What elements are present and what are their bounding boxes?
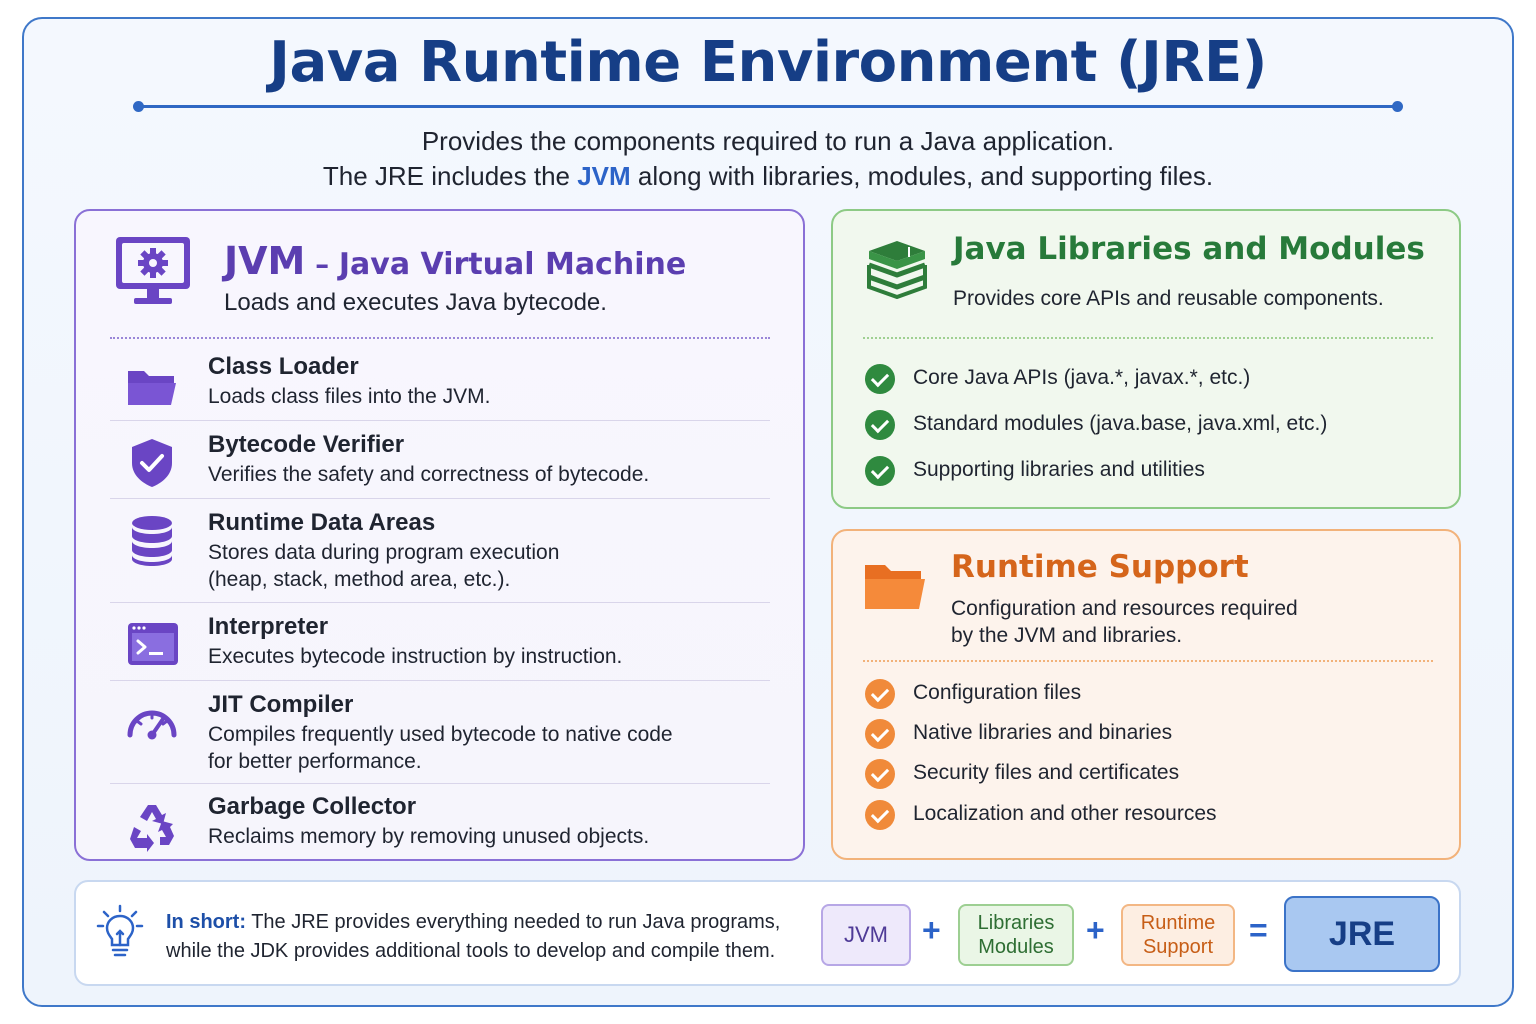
database-icon: [132, 516, 172, 566]
jvm-divider: [110, 337, 770, 339]
component-description: Reclaims memory by removing unused objec…: [208, 825, 650, 848]
recycle-icon: [130, 805, 174, 852]
libraries-card: Java Libraries and Modules Provides core…: [831, 209, 1461, 509]
plus-sign: +: [922, 912, 941, 948]
jvm-title: JVM – Java Virtual Machine: [224, 239, 686, 283]
shield-check-icon: [132, 439, 172, 487]
runtime-description-line-2: by the JVM and libraries.: [951, 624, 1183, 647]
equals-sign: =: [1249, 912, 1268, 948]
component-name: Garbage Collector: [208, 793, 417, 820]
component-description: Loads class files into the JVM.: [208, 385, 491, 408]
formula-lib-line-2: Modules: [978, 936, 1054, 958]
terminal-icon: [128, 623, 178, 665]
formula-libraries-modules: Libraries Modules: [958, 904, 1074, 966]
component-name: Class Loader: [208, 353, 359, 380]
subtitle-line-1: Provides the components required to run …: [421, 126, 1115, 156]
jvm-card: JVM – Java Virtual Machine Loads and exe…: [74, 209, 805, 861]
libraries-item-text: Supporting libraries and utilities: [913, 458, 1205, 481]
component-name: Bytecode Verifier: [208, 431, 405, 458]
row-separator: [110, 498, 770, 499]
check-icon: [865, 410, 895, 440]
summary-text: In short: The JRE provides everything ne…: [166, 908, 780, 966]
component-description: Compiles frequently used bytecode to nat…: [208, 721, 768, 775]
check-icon: [865, 364, 895, 394]
row-separator: [110, 420, 770, 421]
component-name: Interpreter: [208, 613, 329, 640]
subtitle-line-2: The JRE includes the JVM along with libr…: [0, 161, 1536, 192]
monitor-gear-icon: [116, 237, 190, 304]
runtime-divider: [863, 660, 1433, 662]
component-description-line-1: Compiles frequently used bytecode to nat…: [208, 723, 673, 746]
formula-jre: JRE: [1284, 896, 1440, 972]
folder-icon: [128, 371, 176, 405]
component-name: JIT Compiler: [208, 691, 354, 718]
component-description: Executes bytecode instruction by instruc…: [208, 645, 623, 668]
subtitle-text-after: along with libraries, modules, and suppo…: [630, 161, 1214, 191]
component-description-line-2: (heap, stack, method area, etc.).: [208, 568, 511, 591]
check-icon: [865, 679, 895, 709]
check-icon: [865, 456, 895, 486]
formula-jvm: JVM: [821, 904, 911, 966]
runtime-support-card: Runtime Support Configuration and resour…: [831, 529, 1461, 860]
row-separator: [110, 602, 770, 603]
runtime-item-text: Security files and certificates: [913, 761, 1180, 784]
libraries-item-text: Standard modules (java.base, java.xml, e…: [913, 412, 1328, 435]
books-icon: [867, 241, 927, 299]
check-icon: [865, 759, 895, 789]
jvm-title-dash: –: [305, 248, 339, 281]
runtime-item-text: Configuration files: [913, 681, 1082, 704]
check-icon: [865, 800, 895, 830]
speedometer-icon: [127, 710, 177, 740]
runtime-description-line-1: Configuration and resources required: [951, 597, 1298, 620]
libraries-item-text: Core Java APIs (java.*, javax.*, etc.): [913, 366, 1251, 389]
runtime-item-text: Native libraries and binaries: [913, 721, 1173, 744]
component-description-line-2: for better performance.: [208, 750, 422, 773]
libraries-description: Provides core APIs and reusable componen…: [953, 287, 1384, 310]
jvm-component-bytecode-verifier: Bytecode Verifier Verifies the safety an…: [110, 431, 770, 495]
runtime-support-description: Configuration and resources required by t…: [951, 595, 1298, 649]
row-separator: [110, 783, 770, 784]
check-icon: [865, 719, 895, 749]
subtitle-text-before: The JRE includes the: [322, 161, 578, 191]
component-name: Runtime Data Areas: [208, 509, 436, 536]
title-divider: [133, 101, 1403, 112]
jvm-component-interpreter: Interpreter Executes bytecode instructio…: [110, 613, 770, 677]
libraries-divider: [863, 337, 1433, 339]
summary-lead: In short:: [166, 911, 246, 933]
summary-line-1: The JRE provides everything needed to ru…: [246, 911, 781, 933]
runtime-support-title: Runtime Support: [951, 549, 1249, 585]
jvm-component-garbage-collector: Garbage Collector Reclaims memory by rem…: [110, 793, 770, 857]
jvm-component-class-loader: Class Loader Loads class files into the …: [110, 353, 770, 417]
component-description-line-1: Stores data during program execution: [208, 541, 560, 564]
row-separator: [110, 680, 770, 681]
component-description: Stores data during program execution (hea…: [208, 539, 768, 593]
subtitle-jvm-highlight: JVM: [577, 161, 631, 191]
formula-lib-line-1: Libraries: [977, 912, 1055, 934]
runtime-item-text: Localization and other resources: [913, 802, 1217, 825]
jvm-title-full: Java Virtual Machine: [338, 247, 687, 282]
formula-runtime-support: Runtime Support: [1121, 904, 1235, 966]
summary-bar: In short: The JRE provides everything ne…: [74, 880, 1461, 986]
libraries-title: Java Libraries and Modules: [953, 231, 1425, 267]
jvm-title-acronym: JVM: [224, 239, 306, 283]
component-description: Verifies the safety and correctness of b…: [208, 463, 650, 486]
folder-open-icon: [865, 565, 925, 609]
plus-sign: +: [1086, 912, 1105, 948]
jvm-component-runtime-data-areas: Runtime Data Areas Stores data during pr…: [110, 509, 770, 593]
lightbulb-icon: [96, 904, 144, 957]
jvm-component-jit-compiler: JIT Compiler Compiles frequently used by…: [110, 691, 770, 775]
jvm-description: Loads and executes Java bytecode.: [224, 289, 607, 316]
formula-rt-line-2: Support: [1142, 936, 1214, 958]
summary-line-2: while the JDK provides additional tools …: [166, 940, 776, 962]
page-title: Java Runtime Environment (JRE): [269, 30, 1267, 95]
formula-rt-line-1: Runtime: [1140, 912, 1216, 934]
